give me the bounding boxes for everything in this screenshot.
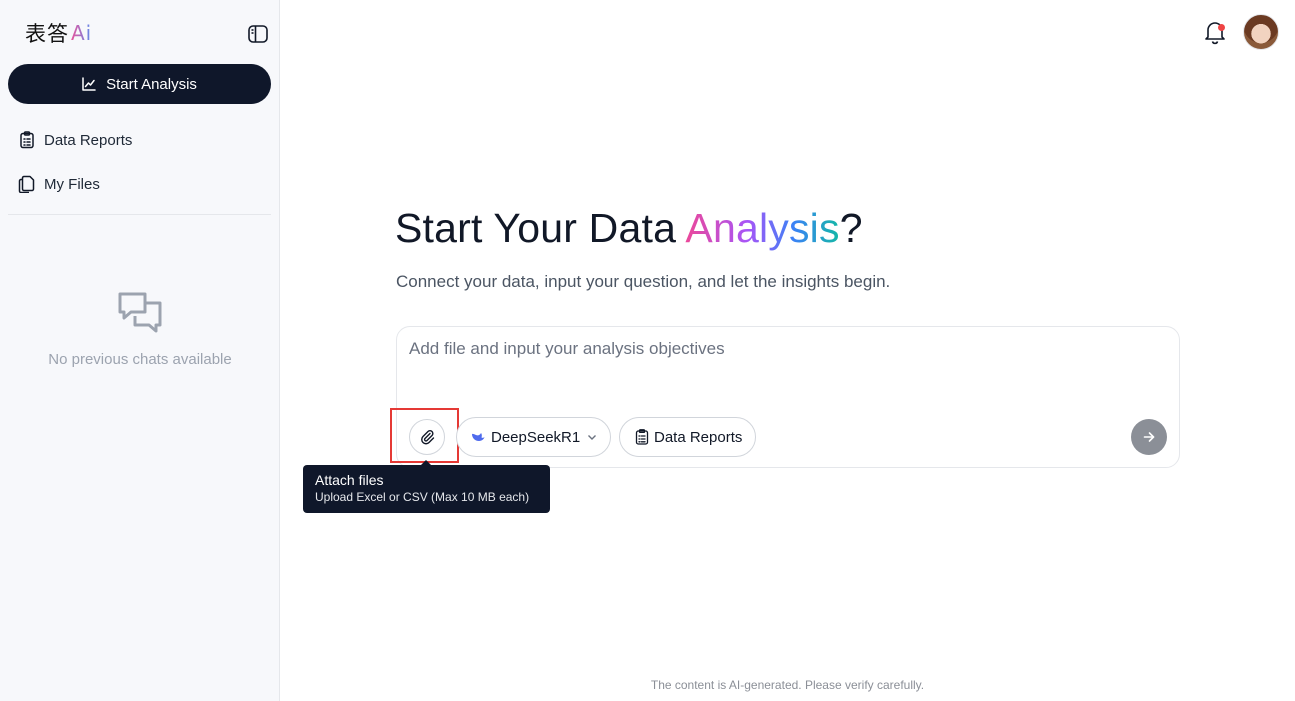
notification-dot bbox=[1218, 24, 1225, 31]
sidebar-toggle-icon[interactable] bbox=[247, 24, 269, 44]
tooltip-title: Attach files bbox=[315, 472, 384, 488]
ai-disclaimer: The content is AI-generated. Please veri… bbox=[650, 678, 925, 692]
files-icon bbox=[18, 175, 35, 193]
clipboard-icon bbox=[635, 429, 649, 445]
model-label: DeepSeekR1 bbox=[491, 428, 581, 446]
send-button[interactable] bbox=[1131, 419, 1167, 455]
logo-text: 表答 bbox=[25, 23, 69, 46]
deepseek-whale-icon bbox=[472, 433, 485, 441]
chevron-down-icon bbox=[588, 435, 597, 440]
analysis-input[interactable] bbox=[409, 339, 1169, 409]
data-reports-label: Data Reports bbox=[654, 428, 743, 446]
arrow-right-icon bbox=[1143, 432, 1155, 442]
attach-tooltip: Attach files Upload Excel or CSV (Max 10… bbox=[303, 465, 550, 513]
empty-chats-state: No previous chats available bbox=[0, 290, 280, 368]
attach-highlight-box bbox=[390, 408, 459, 463]
title-highlight: Analysis bbox=[685, 205, 840, 251]
title-prefix: Start Your Data bbox=[395, 205, 686, 251]
notification-bell-icon[interactable] bbox=[1202, 19, 1228, 45]
chat-bubbles-icon bbox=[118, 292, 162, 333]
sidebar-item-my-files[interactable]: My Files bbox=[8, 166, 271, 202]
sidebar-divider bbox=[8, 214, 271, 215]
page-subtitle: Connect your data, input your question, … bbox=[396, 272, 891, 291]
app-logo[interactable]: 表答 Ai bbox=[25, 20, 92, 46]
title-suffix: ? bbox=[839, 205, 863, 251]
sidebar-item-label: Data Reports bbox=[44, 131, 133, 149]
start-analysis-button[interactable]: Start Analysis bbox=[8, 64, 271, 104]
sidebar-item-data-reports[interactable]: Data Reports bbox=[8, 122, 271, 158]
data-reports-button[interactable]: Data Reports bbox=[619, 417, 756, 457]
clipboard-icon bbox=[20, 131, 34, 149]
model-select[interactable]: DeepSeekR1 bbox=[456, 417, 611, 457]
chart-line-icon bbox=[82, 77, 96, 91]
page-title: Start Your Data Analysis? bbox=[395, 205, 863, 252]
start-analysis-label: Start Analysis bbox=[106, 75, 197, 93]
tooltip-description: Upload Excel or CSV (Max 10 MB each) bbox=[315, 490, 530, 504]
empty-chats-text: No previous chats available bbox=[48, 351, 232, 368]
sidebar: 表答 Ai Start Analysis Data Reports My Fil… bbox=[0, 0, 280, 701]
user-avatar[interactable] bbox=[1243, 14, 1279, 50]
sidebar-item-label: My Files bbox=[44, 175, 100, 193]
logo-ai-text: Ai bbox=[71, 21, 93, 45]
